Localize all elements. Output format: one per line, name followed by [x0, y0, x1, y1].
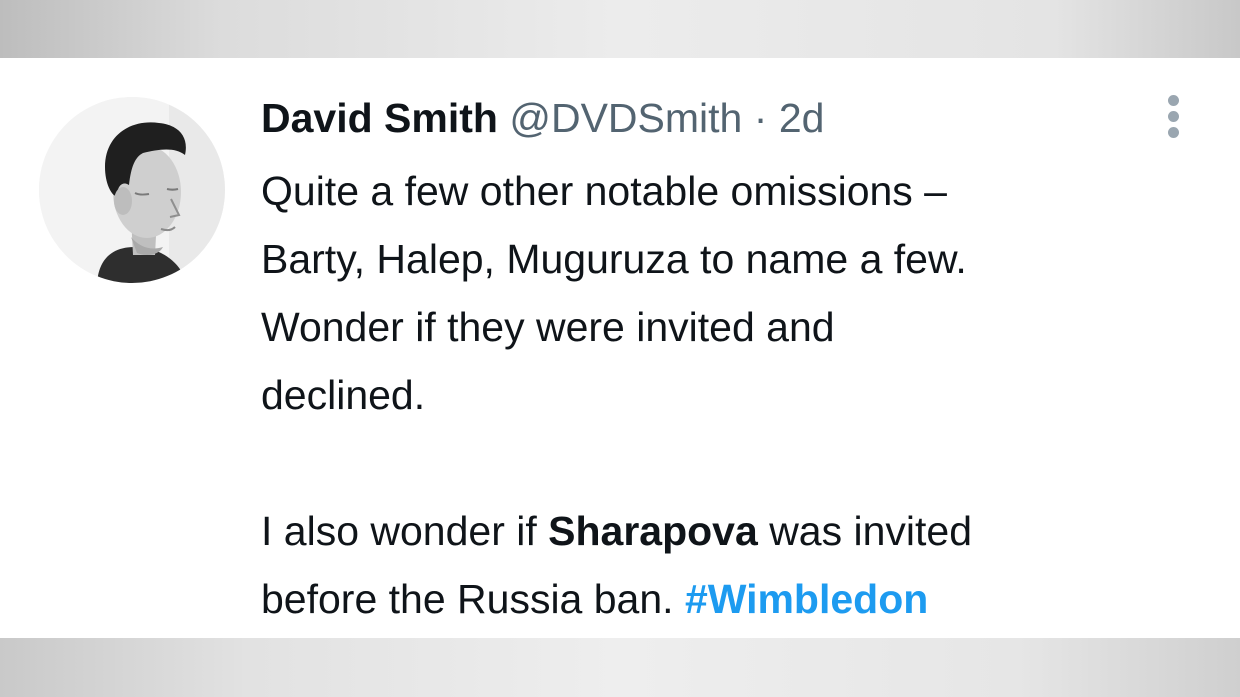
- bottom-background-band: [0, 638, 1240, 697]
- header-separator: ·: [753, 95, 768, 141]
- tweet-timestamp[interactable]: 2d: [779, 95, 825, 141]
- tweet-line: Barty, Halep, Muguruza to name a few.: [261, 236, 967, 282]
- tweet-line: Wonder if they were invited and: [261, 304, 835, 350]
- tweet-text: Quite a few other notable omissions – Ba…: [261, 157, 1181, 633]
- avatar-photo: [39, 97, 225, 283]
- author-handle[interactable]: @DVDSmith: [509, 95, 742, 141]
- tweet-text-segment: was invited: [757, 508, 973, 554]
- tweet-card[interactable]: David Smith @DVDSmith · 2d Quite a few o…: [0, 58, 1240, 638]
- more-vertical-icon[interactable]: [1160, 94, 1188, 140]
- more-dot-top: [1168, 95, 1179, 106]
- tweet-line: before the Russia ban. #Wimbledon: [261, 565, 1181, 633]
- tweet-line: Quite a few other notable omissions –: [261, 168, 947, 214]
- tweet-line: I also wonder if Sharapova was invited: [261, 497, 1181, 565]
- more-dot-bottom: [1168, 127, 1179, 138]
- tweet-header: David Smith @DVDSmith · 2d: [261, 94, 824, 142]
- top-background-band: [0, 0, 1240, 58]
- tweet-line: declined.: [261, 372, 426, 418]
- tweet-text-segment: I also wonder if: [261, 508, 549, 554]
- tweet-text-segment: before the Russia ban.: [261, 576, 685, 622]
- author-name[interactable]: David Smith: [261, 95, 498, 141]
- more-dot-middle: [1168, 111, 1179, 122]
- bold-mention: Sharapova: [548, 508, 758, 554]
- avatar[interactable]: [39, 97, 225, 283]
- hashtag-link[interactable]: #Wimbledon: [685, 576, 928, 622]
